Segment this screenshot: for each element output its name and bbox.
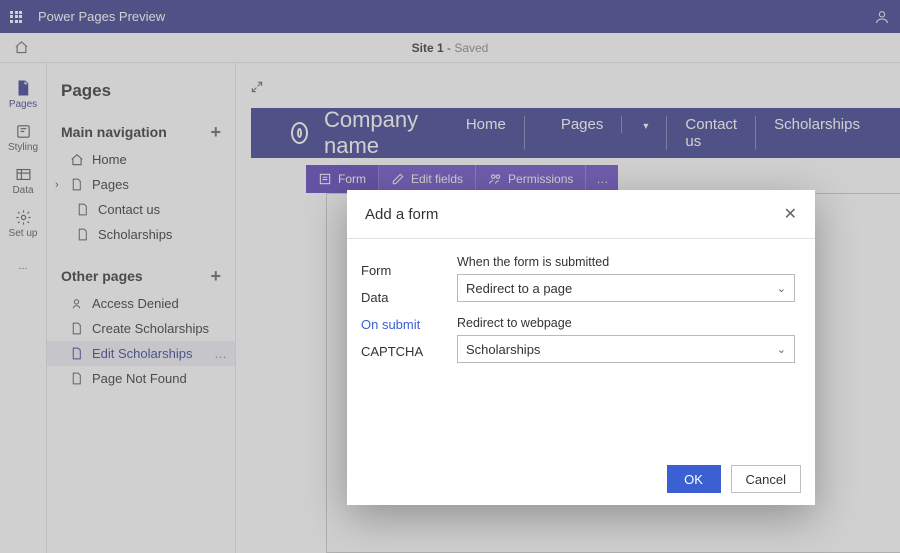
dialog-tab-on-submit[interactable]: On submit xyxy=(361,311,457,338)
add-a-form-dialog: Add a form ✕ Form Data On submit CAPTCHA… xyxy=(347,190,815,505)
dialog-tab-data[interactable]: Data xyxy=(361,284,457,311)
chevron-down-icon: ⌄ xyxy=(777,343,786,356)
when-submitted-value: Redirect to a page xyxy=(466,281,572,296)
redirect-webpage-value: Scholarships xyxy=(466,342,540,357)
dialog-tab-form[interactable]: Form xyxy=(361,257,457,284)
dialog-tab-captcha[interactable]: CAPTCHA xyxy=(361,338,457,365)
dialog-title: Add a form xyxy=(365,206,438,223)
redirect-webpage-label: Redirect to webpage xyxy=(457,316,795,330)
dialog-tabs: Form Data On submit CAPTCHA xyxy=(347,251,457,455)
when-submitted-label: When the form is submitted xyxy=(457,255,795,269)
when-submitted-select[interactable]: Redirect to a page ⌄ xyxy=(457,274,795,302)
cancel-button[interactable]: Cancel xyxy=(731,465,801,493)
dialog-form: When the form is submitted Redirect to a… xyxy=(457,251,815,455)
close-icon[interactable]: ✕ xyxy=(784,204,797,224)
ok-button[interactable]: OK xyxy=(667,465,721,493)
chevron-down-icon: ⌄ xyxy=(777,282,786,295)
redirect-webpage-select[interactable]: Scholarships ⌄ xyxy=(457,335,795,363)
